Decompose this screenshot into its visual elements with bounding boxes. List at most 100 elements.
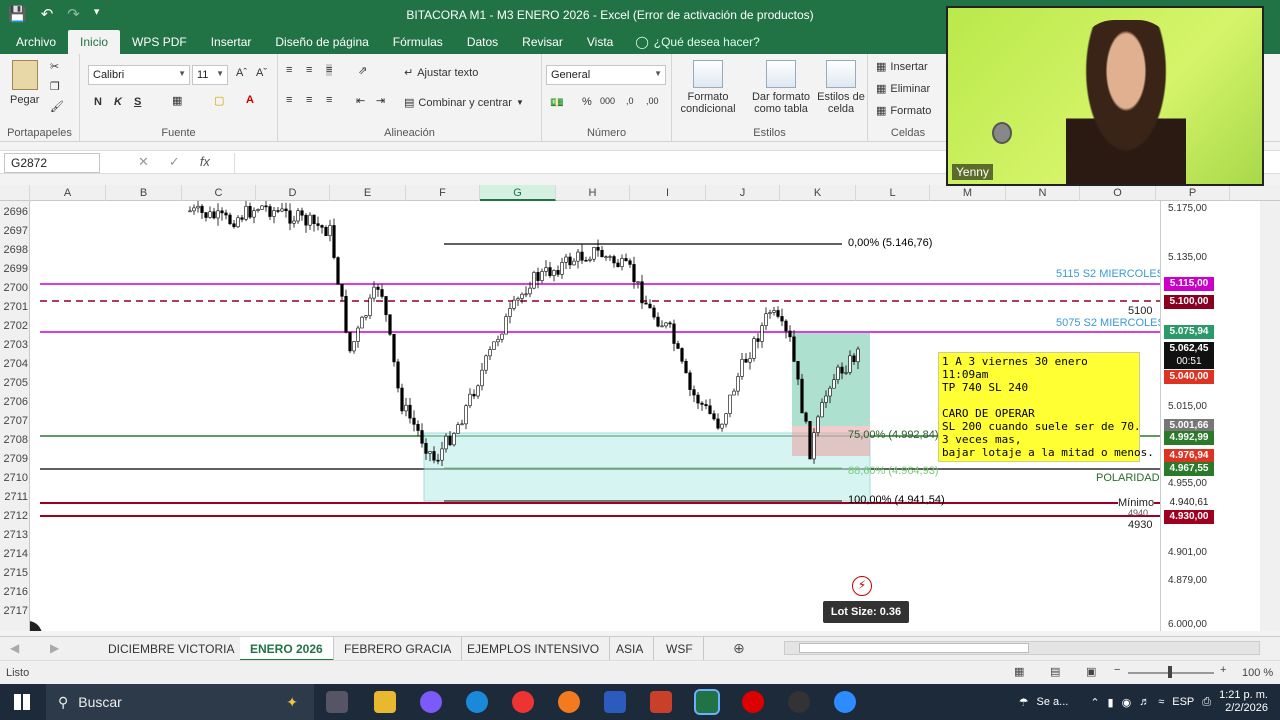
column-header-d[interactable]: D: [256, 185, 330, 201]
number-format-combo[interactable]: General ▼: [546, 65, 666, 85]
row-header[interactable]: 2715: [0, 564, 29, 583]
zoom-app-icon[interactable]: [834, 691, 856, 713]
column-header-j[interactable]: J: [706, 185, 780, 201]
delete-cells-button[interactable]: ▦ Eliminar: [876, 82, 930, 96]
row-header[interactable]: 2716: [0, 583, 29, 602]
add-sheet-icon[interactable]: ⊕: [733, 640, 745, 657]
row-header[interactable]: 2706: [0, 393, 29, 412]
row-header[interactable]: 2709: [0, 450, 29, 469]
row-header[interactable]: 2714: [0, 545, 29, 564]
format-as-table-button[interactable]: Dar formato como tabla: [746, 60, 816, 115]
paste-button[interactable]: Pegar: [10, 60, 39, 106]
tab-diseno[interactable]: Diseño de página: [263, 30, 380, 54]
weather-icon[interactable]: ☂: [1019, 696, 1029, 709]
align-top-icon[interactable]: ≡: [286, 64, 292, 76]
normal-view-icon[interactable]: ▦: [1014, 665, 1024, 678]
format-cells-button[interactable]: ▦ Formato: [876, 104, 931, 118]
increase-indent-icon[interactable]: ⇥: [376, 94, 385, 107]
column-header-o[interactable]: O: [1080, 185, 1156, 201]
function-icon[interactable]: fx: [200, 154, 210, 170]
tab-archivo[interactable]: Archivo: [4, 30, 68, 54]
align-bottom-icon[interactable]: ≡: [326, 64, 333, 76]
zoom-slider-thumb[interactable]: [1168, 666, 1172, 678]
align-middle-icon[interactable]: ≡: [306, 64, 312, 76]
scroll-thumb[interactable]: [799, 643, 1029, 653]
zoom-in-icon[interactable]: +: [1220, 664, 1226, 676]
column-header-i[interactable]: I: [630, 185, 706, 201]
font-name-combo[interactable]: Calibri ▼: [88, 65, 190, 85]
row-header[interactable]: 2699: [0, 260, 29, 279]
tab-inicio[interactable]: Inicio: [68, 30, 121, 54]
currency-icon[interactable]: 💵: [550, 96, 564, 109]
row-header[interactable]: 2698: [0, 241, 29, 260]
column-header-b[interactable]: B: [106, 185, 182, 201]
word-icon[interactable]: [604, 691, 626, 713]
screen-recorder-icon[interactable]: [742, 691, 764, 713]
row-header[interactable]: 2717: [0, 602, 29, 621]
clock[interactable]: 1:21 p. m. 2/2/2026: [1219, 689, 1268, 715]
select-all-corner[interactable]: [0, 185, 30, 201]
row-header[interactable]: 2700: [0, 279, 29, 298]
cancel-icon[interactable]: ✕: [138, 154, 149, 170]
chrome-icon[interactable]: [512, 691, 534, 713]
column-header-m[interactable]: M: [930, 185, 1006, 201]
language-indicator[interactable]: ESP: [1172, 696, 1194, 708]
shrink-font-icon[interactable]: Aˇ: [256, 67, 267, 79]
sheet-tab-febrero-gracia[interactable]: FEBRERO GRACIA: [334, 637, 463, 661]
merge-center-button[interactable]: ▤ Combinar y centrar ▼: [404, 96, 524, 110]
sheet-tab-wsf[interactable]: WSF: [656, 637, 704, 661]
underline-button[interactable]: S: [134, 96, 141, 108]
column-header-l[interactable]: L: [856, 185, 930, 201]
edge-icon[interactable]: [466, 691, 488, 713]
name-box[interactable]: G2872: [4, 153, 100, 173]
grow-font-icon[interactable]: Aˆ: [236, 67, 247, 79]
wifi-icon[interactable]: ≈: [1158, 696, 1164, 708]
column-header-f[interactable]: F: [406, 185, 480, 201]
horizontal-scrollbar[interactable]: [784, 641, 1260, 655]
tab-wps-pdf[interactable]: WPS PDF: [120, 30, 199, 54]
column-header-e[interactable]: E: [330, 185, 406, 201]
column-header-g[interactable]: G: [480, 185, 556, 201]
zoom-out-icon[interactable]: −: [1114, 664, 1120, 676]
excel-icon[interactable]: [694, 689, 720, 715]
app-icon[interactable]: [788, 691, 810, 713]
column-header-c[interactable]: C: [182, 185, 256, 201]
printer-icon[interactable]: ⎙: [1202, 696, 1211, 709]
taskbar-search[interactable]: ⚲ Buscar ✦: [46, 684, 314, 720]
row-header[interactable]: 2704: [0, 355, 29, 374]
row-header[interactable]: 2701: [0, 298, 29, 317]
firefox-icon[interactable]: [558, 691, 580, 713]
row-header[interactable]: 2710: [0, 469, 29, 488]
weather-text[interactable]: Se a...: [1037, 696, 1069, 708]
network-icon[interactable]: ◉: [1122, 696, 1132, 709]
column-header-k[interactable]: K: [780, 185, 856, 201]
decrease-decimal-icon[interactable]: ,00: [646, 96, 659, 106]
font-size-combo[interactable]: 11 ▼: [192, 65, 228, 85]
volume-icon[interactable]: ♬: [1139, 696, 1150, 708]
copilot-icon[interactable]: [420, 691, 442, 713]
align-left-icon[interactable]: ≡: [286, 94, 292, 106]
tab-revisar[interactable]: Revisar: [510, 30, 575, 54]
row-header[interactable]: 2707: [0, 412, 29, 431]
prev-sheet-icon[interactable]: ◀: [10, 641, 19, 655]
column-header-n[interactable]: N: [1006, 185, 1080, 201]
row-header[interactable]: 2696: [0, 203, 29, 222]
cell-styles-button[interactable]: Estilos de celda: [816, 60, 866, 115]
page-layout-icon[interactable]: ▤: [1050, 665, 1060, 678]
task-view-icon[interactable]: [326, 691, 348, 713]
column-header-p[interactable]: P: [1156, 185, 1230, 201]
tab-insertar[interactable]: Insertar: [199, 30, 264, 54]
align-center-icon[interactable]: ≡: [306, 94, 312, 106]
row-header[interactable]: 2703: [0, 336, 29, 355]
tab-datos[interactable]: Datos: [455, 30, 510, 54]
page-break-icon[interactable]: ▣: [1086, 665, 1096, 678]
windows-start-icon[interactable]: [14, 694, 30, 710]
sheet-tab-diciembre-victoria[interactable]: DICIEMBRE VICTORIA: [98, 637, 246, 661]
row-header[interactable]: 2708: [0, 431, 29, 450]
sheet-tab-enero-2026[interactable]: ENERO 2026: [240, 637, 334, 661]
bold-button[interactable]: N: [94, 96, 102, 108]
alert-icon[interactable]: ⚡: [852, 576, 872, 596]
column-header-h[interactable]: H: [556, 185, 630, 201]
next-sheet-icon[interactable]: ▶: [50, 641, 59, 655]
zoom-level[interactable]: 100 %: [1242, 667, 1273, 679]
